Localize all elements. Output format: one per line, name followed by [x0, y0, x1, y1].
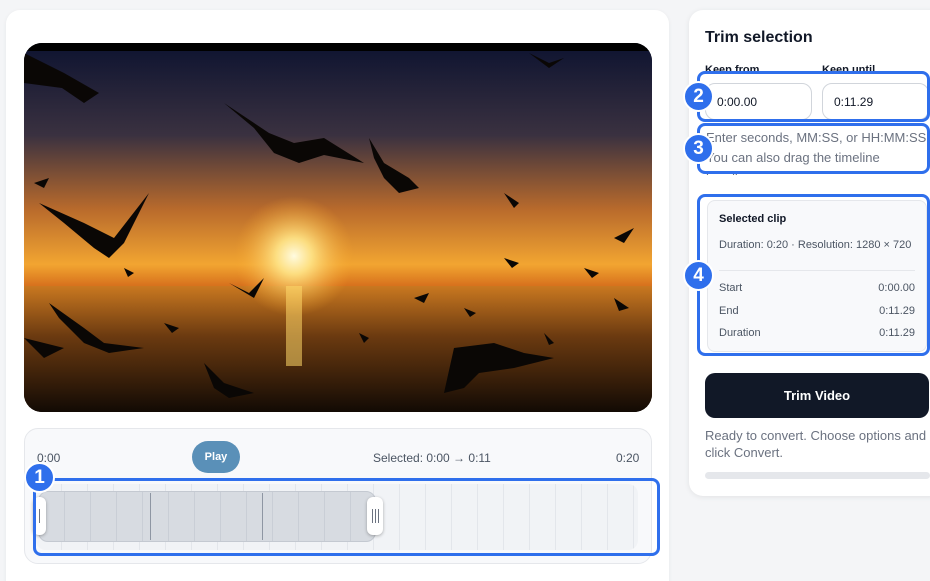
- clip-duration-value: 0:11.29: [879, 327, 915, 339]
- annotation-badge-1: 1: [24, 462, 55, 493]
- timeline-tick: [262, 493, 263, 540]
- timeline-selection[interactable]: [38, 491, 376, 542]
- annotation-badge-3: 3: [683, 133, 714, 164]
- keep-until-input[interactable]: [822, 83, 929, 120]
- timeline-end-handle[interactable]: [367, 497, 383, 535]
- play-button[interactable]: Play: [192, 441, 240, 473]
- keep-from-label: Keep from: [705, 64, 760, 71]
- keep-until-label: Keep until: [822, 64, 876, 71]
- clip-start-label: Start: [719, 282, 743, 294]
- selected-clip-title: Selected clip: [719, 213, 787, 225]
- keep-from-input[interactable]: [705, 83, 812, 120]
- annotation-badge-4: 4: [683, 260, 714, 291]
- clip-duration-label: Duration: [719, 327, 761, 339]
- clip-start-value: 0:00.00: [878, 282, 915, 294]
- trim-video-button[interactable]: Trim Video: [705, 373, 929, 418]
- video-preview[interactable]: [24, 43, 652, 412]
- timeline-tick: [150, 493, 151, 540]
- selected-clip-meta: Duration: 0:20 · Resolution: 1280 × 720: [719, 239, 912, 251]
- annotation-badge-2: 2: [683, 81, 714, 112]
- time-format-hint: Enter seconds, MM:SS, or HH:MM:SS. You c…: [706, 130, 930, 175]
- selected-range-label: Selected: 0:00 → 0:11: [373, 451, 491, 465]
- sunset-seagulls-frame: [24, 43, 652, 412]
- clip-end-label: End: [719, 305, 739, 317]
- status-text: Ready to convert. Choose options and cli…: [705, 428, 927, 460]
- trim-panel-title: Trim selection: [705, 29, 813, 46]
- clip-end-value: 0:11.29: [879, 305, 915, 317]
- timeline-end-time: 0:20: [616, 451, 640, 465]
- progress-bar: [705, 472, 930, 479]
- divider: [719, 270, 915, 271]
- timeline-start-handle[interactable]: [33, 497, 46, 535]
